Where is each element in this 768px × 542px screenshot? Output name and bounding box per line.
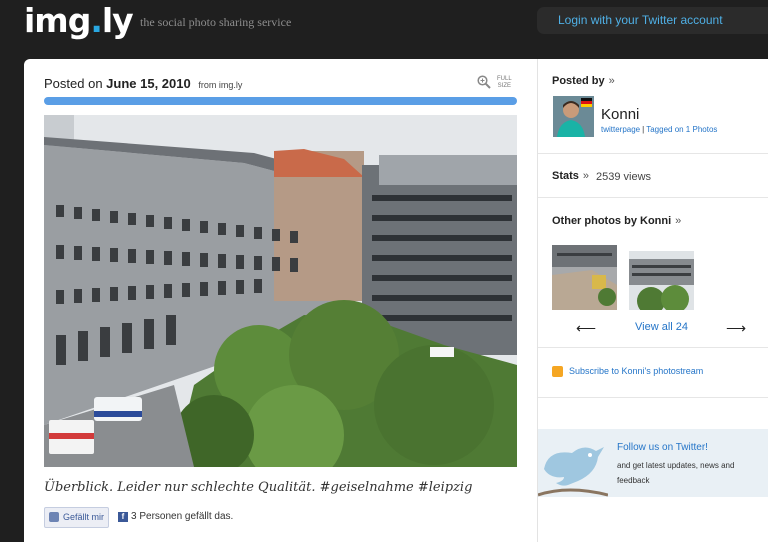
avatar[interactable] <box>553 96 594 137</box>
post-date: June 15, 2010 <box>106 76 191 91</box>
city-square-photo <box>44 115 517 467</box>
divider <box>538 197 768 198</box>
twitter-bird-icon <box>538 447 608 497</box>
stats-heading: Stats» <box>552 170 590 182</box>
other-photo-thumbnail[interactable] <box>629 251 694 310</box>
photo-column: Posted on June 15, 2010 from img.ly FULL… <box>24 59 537 542</box>
facebook-icon: f <box>118 512 128 522</box>
thumbs-up-icon <box>49 512 59 522</box>
twitterpage-link[interactable]: twitterpage <box>601 125 640 134</box>
rss-icon <box>552 366 563 377</box>
full-size-label: FULL SIZE <box>497 76 512 89</box>
posted-on-label: Posted on <box>44 76 103 91</box>
previous-photos-arrow[interactable]: ⟵ <box>576 320 596 337</box>
post-date-line: Posted on June 15, 2010 from img.ly <box>44 76 242 91</box>
full-size-button[interactable]: FULL SIZE <box>477 75 517 93</box>
user-name[interactable]: Konni <box>601 106 639 123</box>
view-count: 2539 views <box>596 171 652 183</box>
other-photo-thumbnail[interactable] <box>552 245 617 310</box>
site-logo[interactable]: img.ly <box>24 1 134 40</box>
thumbnail-image <box>552 245 617 310</box>
post-source: from img.ly <box>198 80 243 90</box>
site-tagline: the social photo sharing service <box>140 15 292 29</box>
divider <box>538 397 768 398</box>
link-separator: | <box>642 125 645 134</box>
view-all-link[interactable]: View all 24 <box>635 321 688 333</box>
divider <box>538 347 768 348</box>
divider <box>538 153 768 154</box>
twitter-login-button[interactable]: Login with your Twitter account <box>537 7 768 34</box>
twitter-follow-box[interactable]: Follow us on Twitter! and get latest upd… <box>538 429 768 497</box>
posted-by-heading: Posted by» <box>552 75 615 87</box>
main-photo[interactable] <box>44 115 517 467</box>
photo-progress-bar <box>44 97 517 105</box>
tagged-photos-link[interactable]: Tagged on 1 Photos <box>646 125 717 134</box>
twitter-follow-link[interactable]: Follow us on Twitter! <box>617 442 708 453</box>
main-content-panel: Posted on June 15, 2010 from img.ly FULL… <box>24 59 768 542</box>
site-header: img.ly the social photo sharing service … <box>0 0 768 46</box>
facebook-like-button[interactable]: Gefällt mir <box>44 507 110 528</box>
next-photos-arrow[interactable]: ⟶ <box>726 320 746 337</box>
other-photos-heading: Other photos by Konni» <box>552 215 682 227</box>
user-links: twitterpage | Tagged on 1 Photos <box>601 125 717 134</box>
facebook-like-count: 3 Personen gefällt das. <box>131 511 234 522</box>
twitter-updates-text: and get latest updates, news and feedbac… <box>617 461 735 485</box>
user-avatar-image <box>553 96 594 137</box>
magnifier-icon <box>477 75 491 89</box>
photo-caption: Überblick. Leider nur schlechte Qualität… <box>44 480 473 495</box>
subscribe-photostream-link[interactable]: Subscribe to Konni's photostream <box>569 366 703 376</box>
thumbnail-image <box>629 251 694 310</box>
sidebar: Posted by» Konni twitterpage | Tagged on 1… <box>537 59 768 542</box>
